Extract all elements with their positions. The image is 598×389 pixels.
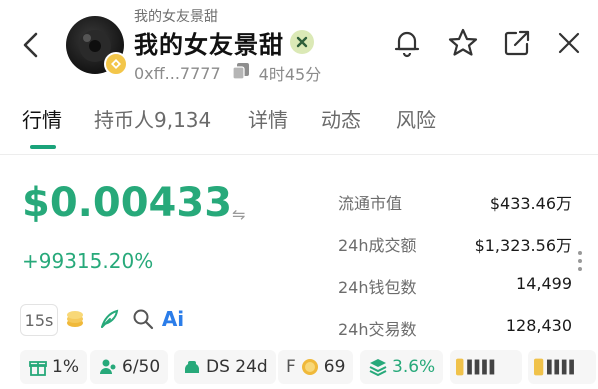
f-value: 69 [323, 357, 346, 377]
stat-value-trades: 128,430 [505, 316, 572, 335]
stat-value-market-cap: $433.46万 [489, 194, 572, 213]
layers-icon [369, 359, 387, 377]
layers-badge[interactable]: 3.6% [360, 350, 444, 384]
search-icon[interactable] [130, 304, 156, 334]
stat-label-wallets: 24h钱包数 [338, 278, 417, 297]
tab-risk[interactable]: 风险 [396, 104, 436, 133]
swap-unit-icon[interactable]: ⇋ [232, 205, 245, 224]
back-arrow-icon[interactable] [18, 30, 44, 60]
gift-icon [29, 361, 47, 376]
tab-holders[interactable]: 持币人9,134 [94, 104, 211, 133]
users-value: 6/50 [122, 357, 161, 377]
token-avatar [66, 16, 128, 78]
token-subtitle: 我的女友景甜 [134, 9, 218, 25]
holding-bars-badge[interactable] [450, 350, 522, 384]
holding-bars-icon [534, 358, 574, 376]
ai-button[interactable]: Ai [158, 304, 188, 334]
share-icon[interactable] [500, 26, 534, 60]
holding-bars-badge-2[interactable] [528, 350, 596, 384]
price-change: +99315.20% [22, 249, 154, 273]
tab-activity[interactable]: 动态 [321, 104, 361, 133]
users-badge[interactable]: 6/50 [90, 350, 169, 384]
stat-label-market-cap: 流通市值 [338, 194, 403, 213]
ds-icon [185, 361, 199, 373]
tax-badge[interactable]: 1% [20, 350, 87, 384]
stat-label-trades: 24h交易数 [338, 320, 417, 339]
users-icon [100, 359, 116, 374]
token-price: $0.00433 [22, 180, 233, 226]
interval-selector[interactable]: 15s [20, 304, 58, 336]
f-coin-icon [301, 359, 318, 375]
more-vertical-icon[interactable] [576, 250, 584, 272]
star-icon[interactable] [446, 26, 480, 60]
layers-value: 3.6% [392, 357, 436, 377]
token-age: 4时45分 [258, 65, 322, 84]
tab-bar: 行情 持币人9,134 详情 动态 风险 [0, 104, 598, 148]
token-meta: 0xff...7777 4时45分 [134, 61, 321, 85]
close-icon[interactable] [552, 26, 586, 60]
verified-x-icon [290, 30, 314, 54]
stat-label-volume: 24h成交额 [338, 236, 417, 255]
token-title: 我的女友景甜 [134, 31, 284, 59]
f-prefix: F [286, 357, 296, 377]
bell-icon[interactable] [390, 26, 424, 60]
tab-details[interactable]: 详情 [248, 104, 288, 133]
f-badge[interactable]: F 69 [278, 350, 354, 384]
ds-value: DS 24d [206, 357, 268, 377]
feather-icon[interactable] [96, 304, 122, 334]
holding-bars-icon [456, 358, 495, 376]
contract-address: 0xff...7777 [134, 63, 221, 83]
chain-badge-icon [104, 52, 128, 76]
active-tab-indicator [30, 145, 56, 149]
stat-value-volume: $1,323.56万 [474, 236, 572, 255]
tab-market[interactable]: 行情 [22, 104, 62, 133]
ds-badge[interactable]: DS 24d [174, 350, 276, 384]
stat-value-wallets: 14,499 [516, 274, 572, 293]
coins-icon[interactable] [62, 304, 88, 334]
tax-value: 1% [52, 357, 79, 377]
divider [0, 154, 598, 155]
copy-icon[interactable] [231, 61, 251, 85]
